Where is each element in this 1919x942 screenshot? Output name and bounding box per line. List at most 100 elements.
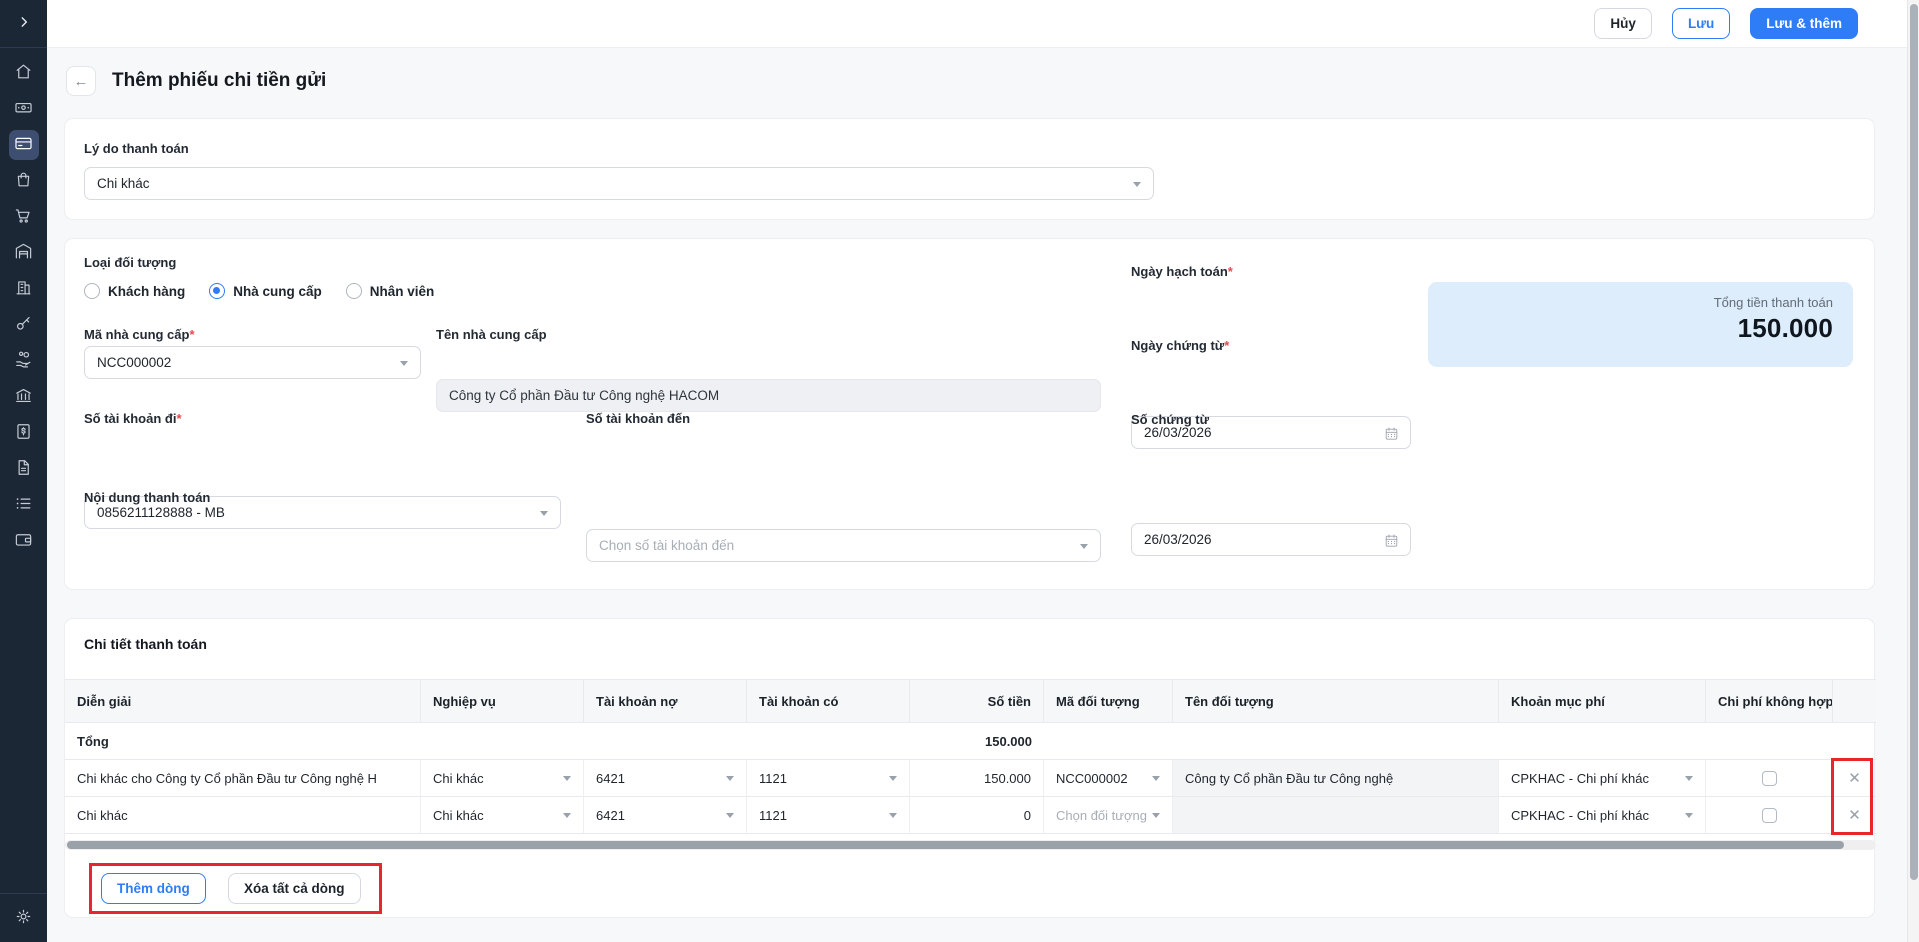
cell-description[interactable]: Chi khác (65, 797, 421, 834)
cell-debit-account-select[interactable]: 6421 (584, 797, 747, 834)
table-horizontal-scrollbar[interactable] (65, 840, 1876, 850)
sidebar-item-salary[interactable] (0, 343, 47, 379)
sidebar-item-bank-accounts[interactable] (0, 127, 47, 163)
required-asterisk: * (189, 327, 194, 342)
supplier-name-value: Công ty Cổ phần Đầu tư Công nghệ HACOM (449, 388, 719, 403)
sidebar-item-banknote[interactable] (0, 91, 47, 127)
table-row: Chi khác Chi khác 6421 1121 0 Chọn đối t… (65, 797, 1876, 834)
chevron-down-icon (889, 813, 897, 818)
col-nghiep-vu: Nghiệp vụ (421, 680, 584, 723)
required-asterisk: * (1224, 338, 1229, 353)
info-card: Loại đối tượng Khách hàng Nhà cung cấp N… (64, 238, 1875, 590)
delete-row-button[interactable]: ✕ (1848, 808, 1861, 823)
radio-nha-cung-cap[interactable]: Nhà cung cấp (209, 283, 322, 299)
cell-expense-item-select[interactable]: CPKHAC - Chi phí khác (1499, 797, 1706, 834)
posting-date-label: Ngày hạch toán* (1131, 264, 1233, 279)
sidebar-item-sales[interactable] (0, 163, 47, 199)
radio-label: Nhà cung cấp (233, 284, 322, 299)
document-icon (14, 458, 33, 480)
sidebar-item-company[interactable] (0, 271, 47, 307)
cell-object-code-select[interactable]: NCC000002 (1044, 760, 1173, 797)
delete-all-rows-button[interactable]: Xóa tất cả dòng (228, 873, 361, 904)
cell-amount[interactable]: 150.000 (910, 760, 1044, 797)
sidebar-settings-button[interactable] (0, 893, 47, 942)
reason-value: Chi khác (97, 176, 150, 191)
sidebar-item-assets[interactable] (0, 307, 47, 343)
cell-object-name (1173, 797, 1499, 834)
sidebar-item-reports[interactable] (0, 487, 47, 523)
save-button[interactable]: Lưu (1672, 8, 1730, 39)
col-chi-phi-khong-hop-le: Chi phí không hợp (1706, 680, 1833, 723)
cell-credit-account-select[interactable]: 1121 (747, 797, 910, 834)
total-row-amount: 150.000 (910, 723, 1044, 760)
chevron-down-icon (1685, 813, 1693, 818)
bank-icon (14, 386, 33, 408)
sidebar-item-home[interactable] (0, 55, 47, 91)
chevron-down-icon (726, 776, 734, 781)
scrollbar-thumb[interactable] (67, 841, 1844, 849)
required-asterisk: * (176, 411, 181, 426)
chevron-down-icon (540, 511, 548, 516)
invalid-expense-checkbox[interactable] (1762, 771, 1777, 786)
back-button[interactable]: ← (66, 66, 96, 96)
radio-icon (84, 283, 100, 299)
col-khoan-muc-phi: Khoản mục phí (1499, 680, 1706, 723)
sidebar-item-invoice[interactable] (0, 415, 47, 451)
table-row: Chi khác cho Công ty Cổ phần Đầu tư Công… (65, 760, 1876, 797)
sidebar-item-wallet[interactable] (0, 523, 47, 559)
account-to-select[interactable]: Chọn số tài khoản đến (586, 529, 1101, 562)
chevron-down-icon (1152, 813, 1160, 818)
delete-row-button[interactable]: ✕ (1848, 771, 1861, 786)
cell-amount[interactable]: 0 (910, 797, 1044, 834)
cell-object-code-select[interactable]: Chọn đối tượng (1044, 797, 1173, 834)
save-and-add-button[interactable]: Lưu & thêm (1750, 8, 1858, 39)
table-header-row: Diễn giải Nghiệp vụ Tài khoản nợ Tài kho… (65, 680, 1876, 723)
scrollbar-thumb[interactable] (1910, 4, 1918, 880)
doc-date-label: Ngày chứng từ* (1131, 338, 1229, 353)
table-total-row: Tổng 150.000 (65, 723, 1876, 760)
doc-date-value: 26/03/2026 (1144, 532, 1212, 547)
sidebar-item-purchase[interactable] (0, 199, 47, 235)
sidebar-expand-button[interactable] (0, 0, 47, 48)
warehouse-icon (14, 242, 33, 264)
supplier-code-select[interactable]: NCC000002 (84, 346, 421, 379)
cell-description[interactable]: Chi khác cho Công ty Cổ phần Đầu tư Công… (65, 760, 421, 797)
radio-khach-hang[interactable]: Khách hàng (84, 283, 185, 299)
sidebar-item-warehouse[interactable] (0, 235, 47, 271)
cell-invalid-expense (1706, 797, 1833, 834)
chevron-down-icon (889, 776, 897, 781)
cell-actions: ✕ (1833, 797, 1876, 834)
building-icon (14, 278, 33, 300)
col-tai-khoan-co: Tài khoản có (747, 680, 910, 723)
cell-operation-select[interactable]: Chi khác (421, 797, 584, 834)
invoice-icon (14, 422, 33, 444)
supplier-name-field: Công ty Cổ phần Đầu tư Công nghệ HACOM (436, 379, 1101, 412)
hand-coins-icon (14, 350, 33, 372)
reason-card: Lý do thanh toán Chi khác (64, 118, 1875, 220)
total-label: Tổng tiền thanh toán (1448, 295, 1833, 310)
cell-debit-account-select[interactable]: 6421 (584, 760, 747, 797)
total-row-label: Tổng (65, 723, 421, 760)
cancel-button[interactable]: Hủy (1594, 8, 1652, 39)
chevron-down-icon (1685, 776, 1693, 781)
sidebar-item-tax[interactable] (0, 379, 47, 415)
sidebar-item-documents[interactable] (0, 451, 47, 487)
cell-operation-select[interactable]: Chi khác (421, 760, 584, 797)
radio-nhan-vien[interactable]: Nhân viên (346, 283, 435, 299)
credit-card-icon (14, 134, 33, 156)
cell-expense-item-select[interactable]: CPKHAC - Chi phí khác (1499, 760, 1706, 797)
page-title: Thêm phiếu chi tiền gửi (112, 70, 326, 92)
add-row-button[interactable]: Thêm dòng (101, 873, 206, 904)
reason-select[interactable]: Chi khác (84, 167, 1154, 200)
home-icon (14, 62, 33, 84)
total-panel: Tổng tiền thanh toán 150.000 (1428, 282, 1853, 367)
chevron-right-icon (17, 15, 31, 32)
account-from-label: Số tài khoản đi* (84, 411, 182, 426)
invalid-expense-checkbox[interactable] (1762, 808, 1777, 823)
topbar: Hủy Lưu Lưu & thêm (47, 0, 1908, 48)
cell-credit-account-select[interactable]: 1121 (747, 760, 910, 797)
doc-date-input[interactable]: 26/03/2026 (1131, 523, 1411, 556)
page-vertical-scrollbar[interactable] (1907, 0, 1919, 942)
radio-icon (209, 283, 225, 299)
banknote-icon (14, 98, 33, 120)
